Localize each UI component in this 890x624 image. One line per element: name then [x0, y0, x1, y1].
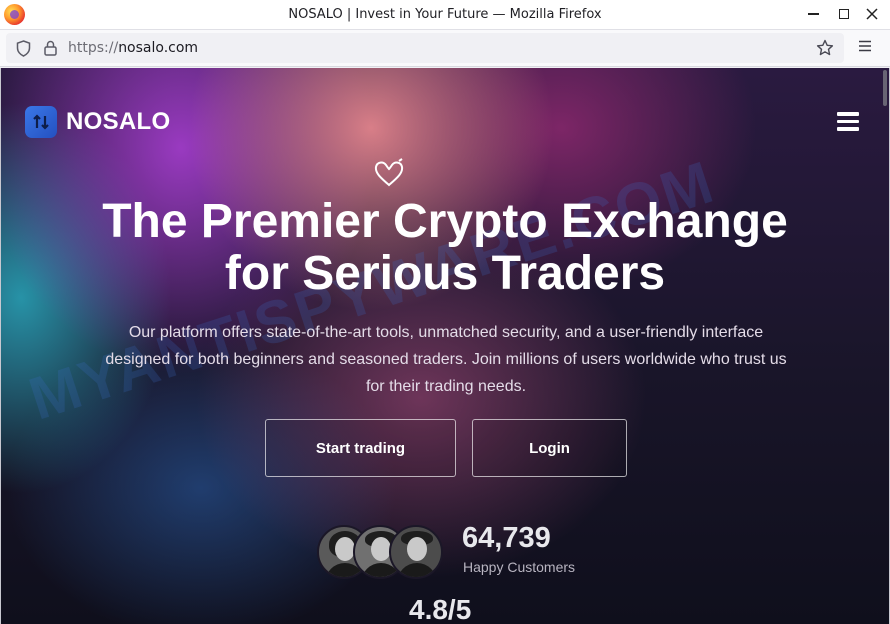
- url-domain: nosalo.com: [118, 40, 199, 56]
- minimize-button[interactable]: [802, 4, 824, 24]
- maximize-button[interactable]: [833, 4, 855, 24]
- hero-title: The Premier Crypto Exchange for Serious …: [1, 196, 889, 300]
- minimize-icon: [807, 13, 819, 15]
- brand-name: NOSALO: [66, 108, 171, 135]
- bookmark-star-icon[interactable]: [816, 39, 834, 57]
- scrollbar[interactable]: [883, 70, 887, 106]
- app-menu-icon[interactable]: [858, 40, 872, 52]
- customers-label: Happy Customers: [463, 559, 576, 575]
- browser-navbar: https://nosalo.com: [0, 30, 890, 67]
- hamburger-menu-icon[interactable]: [837, 112, 859, 131]
- hero-title-line1: The Premier Crypto Exchange: [102, 195, 788, 248]
- brand-arrows-icon: [33, 114, 49, 130]
- url-protocol: https://: [68, 40, 119, 56]
- url-bar[interactable]: https://nosalo.com: [6, 33, 844, 63]
- lock-icon[interactable]: [44, 40, 57, 56]
- shield-icon[interactable]: [16, 40, 31, 57]
- heart-icon: [374, 158, 404, 187]
- close-icon: [866, 8, 878, 20]
- start-trading-button[interactable]: Start trading: [265, 419, 456, 477]
- close-button[interactable]: [861, 4, 883, 24]
- maximize-icon: [839, 9, 849, 19]
- customer-avatars: [317, 525, 443, 579]
- brand-logo-icon: [25, 106, 57, 138]
- window-title: NOSALO | Invest in Your Future — Mozilla…: [288, 7, 602, 22]
- url-text[interactable]: https://nosalo.com: [68, 40, 198, 56]
- page-viewport: MYANTISPYWARE.COM NOSALO The Premier Cry…: [0, 68, 890, 624]
- customers-count: 64,739: [462, 522, 551, 554]
- browser-titlebar: NOSALO | Invest in Your Future — Mozilla…: [0, 0, 890, 30]
- login-button[interactable]: Login: [472, 419, 627, 477]
- rating-value: 4.8/5: [409, 594, 472, 624]
- hero-title-line2: for Serious Traders: [224, 247, 666, 300]
- site-brand[interactable]: NOSALO: [25, 106, 170, 138]
- hero-description: Our platform offers state-of-the-art too…: [105, 324, 787, 395]
- avatar: [389, 525, 443, 579]
